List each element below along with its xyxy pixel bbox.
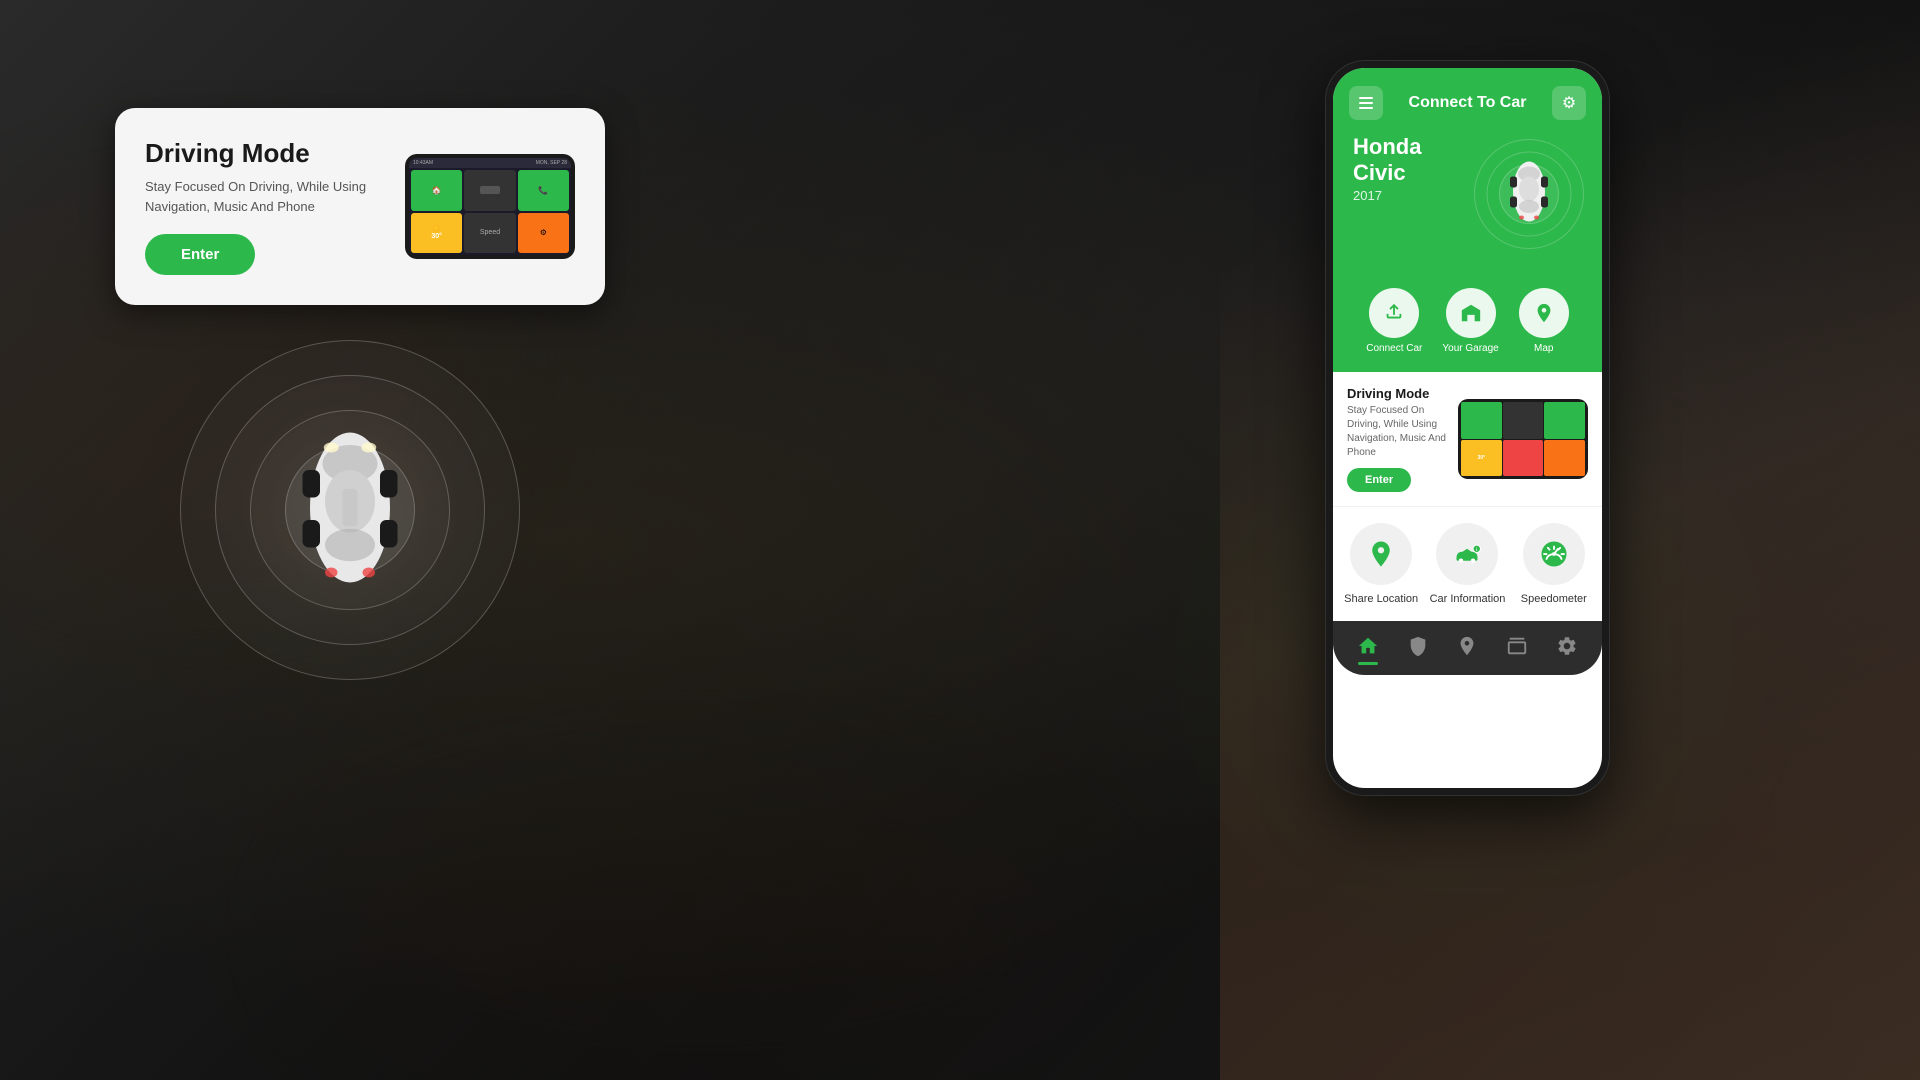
nav-box[interactable] — [1506, 635, 1528, 657]
phone-driving-mode-preview: 30° — [1458, 399, 1588, 479]
phone-driving-mode-desc: Stay Focused On Driving, While Using Nav… — [1347, 404, 1446, 460]
phone-grid-section: Share Location i Car — [1333, 507, 1602, 621]
phone-outer: Connect To Car ⚙ Honda Civic 2017 — [1325, 60, 1610, 796]
settings-button[interactable]: ⚙ — [1552, 86, 1586, 120]
share-location-button[interactable]: Share Location — [1343, 523, 1419, 605]
phone-driving-mode-text: Driving Mode Stay Focused On Driving, Wh… — [1347, 386, 1446, 492]
phone-container: Connect To Car ⚙ Honda Civic 2017 — [1325, 60, 1610, 796]
speedometer-button[interactable]: Speedometer — [1516, 523, 1592, 605]
phone-driving-mode-title: Driving Mode — [1347, 386, 1446, 401]
hamburger-icon — [1359, 97, 1373, 109]
your-garage-label: Your Garage — [1442, 343, 1498, 354]
car-year: 2017 — [1353, 188, 1476, 203]
bottom-navigation — [1333, 621, 1602, 675]
menu-button[interactable] — [1349, 86, 1383, 120]
phone-header: Connect To Car ⚙ Honda Civic 2017 — [1333, 68, 1602, 274]
car-radar-section — [175, 320, 525, 700]
your-garage-icon — [1446, 288, 1496, 338]
driving-mode-enter-button[interactable]: Enter — [145, 234, 255, 275]
speedometer-icon-circle — [1523, 523, 1585, 585]
car-info-section: Honda Civic 2017 — [1349, 134, 1586, 254]
driving-mode-title: Driving Mode — [145, 138, 385, 169]
driving-mode-card: Driving Mode Stay Focused On Driving, Wh… — [115, 108, 605, 305]
nav-settings[interactable] — [1556, 635, 1578, 657]
car-information-button[interactable]: i Car Information — [1429, 523, 1505, 605]
phone-car-radar — [1476, 134, 1582, 254]
car-name: Honda Civic 2017 — [1353, 134, 1476, 203]
nav-shield[interactable] — [1407, 635, 1429, 657]
header-title: Connect To Car — [1409, 94, 1527, 112]
car-model: Honda Civic — [1353, 134, 1476, 186]
nav-location[interactable] — [1456, 635, 1478, 657]
gear-icon: ⚙ — [1562, 93, 1576, 113]
phone-driving-mode-enter[interactable]: Enter — [1347, 468, 1411, 492]
driving-mode-text: Driving Mode Stay Focused On Driving, Wh… — [145, 138, 385, 275]
map-label: Map — [1534, 343, 1553, 354]
connect-car-button[interactable]: Connect Car — [1366, 288, 1422, 354]
map-icon — [1519, 288, 1569, 338]
map-button[interactable]: Map — [1519, 288, 1569, 354]
phone-screen: Connect To Car ⚙ Honda Civic 2017 — [1333, 68, 1602, 788]
driving-mode-phone-preview: 10:43AM MON, SEP 28 🏠 📞 ☀️ 30° — [405, 154, 575, 259]
share-location-icon-circle — [1350, 523, 1412, 585]
connect-car-icon — [1369, 288, 1419, 338]
car-information-icon-circle: i — [1436, 523, 1498, 585]
nav-active-indicator — [1358, 662, 1378, 665]
nav-home[interactable] — [1357, 635, 1379, 657]
share-location-label: Share Location — [1344, 593, 1418, 605]
your-garage-button[interactable]: Your Garage — [1442, 288, 1498, 354]
car-information-label: Car Information — [1430, 593, 1506, 605]
large-car-top-view — [280, 408, 420, 613]
phone-driving-mode-section: Driving Mode Stay Focused On Driving, Wh… — [1333, 372, 1602, 507]
green-icon-row: Connect Car Your Garage — [1333, 274, 1602, 372]
driving-mode-description: Stay Focused On Driving, While Using Nav… — [145, 177, 385, 216]
speedometer-label: Speedometer — [1521, 593, 1587, 605]
svg-text:i: i — [1477, 547, 1478, 552]
connect-car-label: Connect Car — [1366, 343, 1422, 354]
